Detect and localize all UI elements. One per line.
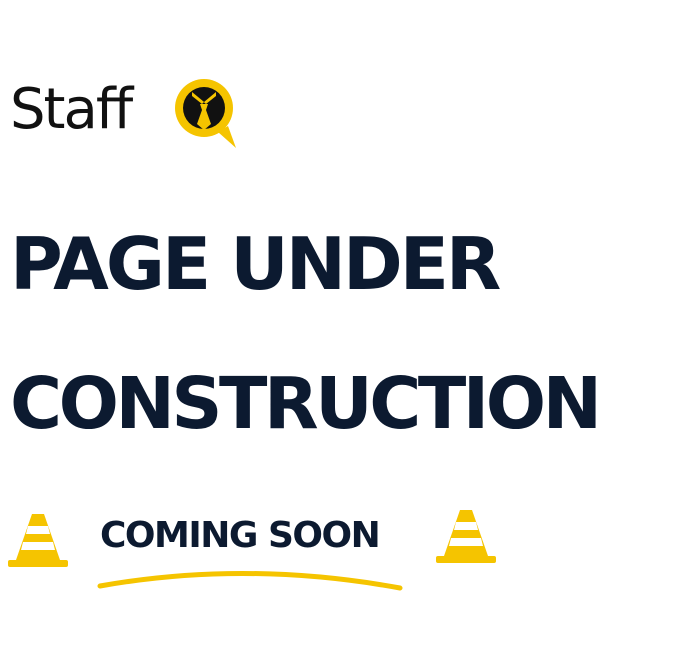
logo-wordmark: Staff: [10, 77, 133, 142]
decorative-underline: [97, 571, 403, 591]
tie-speech-bubble-icon: [175, 79, 236, 148]
headline-line-1: PAGE UNDER: [10, 222, 501, 306]
headline-line-2: CONSTRUCTION: [10, 362, 602, 445]
brand-logo: Staff: [10, 72, 242, 152]
coming-soon-label: COMING SOON: [100, 515, 381, 556]
traffic-cone-icon: [436, 510, 496, 563]
traffic-cone-icon: [8, 514, 68, 567]
